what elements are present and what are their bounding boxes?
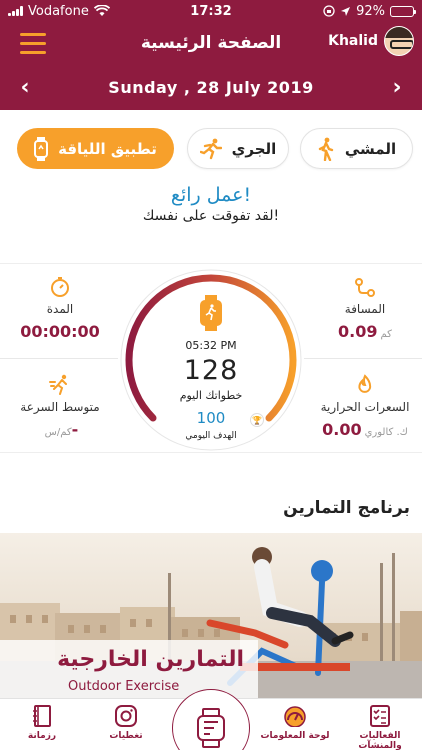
daily-goal-value: 100 [196,409,226,427]
tab-calendar[interactable]: رزمانة [2,705,82,741]
speedometer-icon [284,706,306,727]
avg-speed-unit: كم/س [44,427,72,438]
banner-title-english: Outdoor Exercise [68,679,180,694]
status-left: Vodafone [8,4,148,19]
app-header: الصفحة الرئيسية Khalid [0,22,422,64]
chevron-left-icon[interactable]: ‹ [0,64,50,110]
status-right: 92% [274,3,416,19]
calories-label: السعرات الحرارية [320,400,410,414]
flame-icon [358,374,372,393]
smartwatch-runner-icon [200,295,222,331]
current-time: 05:32 PM [185,339,237,352]
tab-calendar-label: رزمانة [27,731,57,741]
duration-label: المدة [46,302,74,316]
praise-title: عمل رائع! [170,184,252,206]
calories-stat: السعرات الحرارية ك. كالوري0.00 [310,374,420,439]
fitness-app-label: تطبيق اللياقة [58,139,157,158]
walking-icon [318,137,334,161]
smartwatch-tab-icon [197,708,225,748]
tab-dashboard-label: لوحة المعلومات [260,731,330,741]
avg-speed-label: متوسط السرعة [20,400,100,414]
route-icon [355,278,375,297]
signal-icon [8,6,23,16]
status-bar: Vodafone 17:32 92% [0,0,422,22]
duration-value: 00:00:00 [20,322,100,341]
calories-unit: ك. كالوري [364,427,408,438]
calories-value: 0.00 [322,420,362,439]
user-name: Khalid [328,33,378,49]
speed-runner-icon [49,374,67,395]
battery-icon [390,5,416,17]
distance-value: 0.09 [338,322,378,341]
user-profile[interactable]: Khalid [328,26,414,56]
steps-label: خطواتك اليوم [179,389,243,402]
tab-dashboard[interactable]: لوحة المعلومات [255,705,335,741]
wifi-icon [93,5,110,16]
duration-stat: المدة 00:00:00 [5,276,115,341]
distance-stat: المسافة 0.09 كم [310,276,420,341]
location-arrow-icon [341,6,351,16]
ring-center: 05:32 PM 128 خطواتك اليوم 100 الهدف اليو… [116,265,306,455]
date-bar: ‹ Sunday , 28 July 2019 › [0,64,422,110]
fitness-app-button[interactable]: تطبيق اللياقة [17,128,174,169]
orientation-lock-icon [323,5,335,17]
stopwatch-icon [51,277,69,297]
banner-title-arabic: التمارين الخارجية [57,647,244,672]
program-title: برنامج التمارين [283,498,410,518]
current-date: Sunday , 28 July 2019 [108,77,314,97]
running-icon [199,138,222,159]
instagram-icon [115,705,137,727]
running-button[interactable]: الجري [187,128,289,169]
distance-label: المسافة [344,302,386,316]
distance-unit: كم [380,329,392,340]
daily-goal-label: الهدف اليومي [185,431,237,441]
running-label: الجري [231,139,277,158]
praise-subtitle: لقد تفوقت على نفسك! [142,208,280,224]
walking-button[interactable]: المشي [300,128,413,169]
checklist-icon [370,705,390,727]
tab-coverage[interactable]: تغطيات [86,705,166,741]
walking-label: المشي [344,139,397,158]
carrier-label: Vodafone [28,3,89,19]
steps-count: 128 [183,355,239,386]
notebook-icon [33,705,51,727]
tab-events-label: الفعاليات والمنشآت [358,731,402,750]
smartwatch-icon [34,136,49,161]
avg-speed-stat: متوسط السرعة كم/س- [5,374,115,439]
avg-speed-value: - [71,420,79,439]
trophy-icon: 🏆 [250,413,264,427]
menu-icon[interactable] [0,22,50,64]
tab-coverage-label: تغطيات [109,731,143,741]
chevron-right-icon[interactable]: › [372,64,422,110]
clock: 17:32 [190,3,232,19]
steps-progress-ring: 05:32 PM 128 خطواتك اليوم 100 الهدف اليو… [116,265,306,455]
battery-percent: 92% [356,3,385,19]
avatar [384,26,414,56]
tab-events[interactable]: الفعاليات والمنشآت [340,705,420,750]
